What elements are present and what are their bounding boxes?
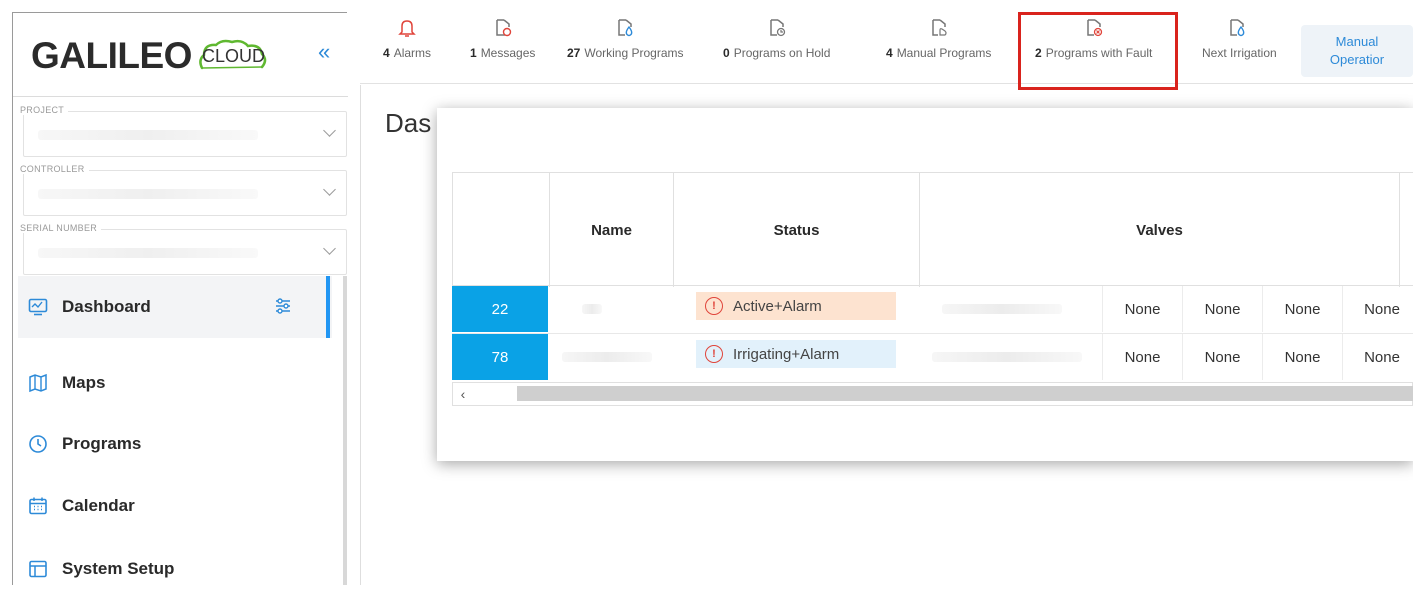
header-next-irrigation[interactable]: Next Irrigation xyxy=(1198,18,1277,62)
message-icon xyxy=(495,19,511,37)
table-horizontal-scrollbar[interactable]: ‹ xyxy=(452,382,1413,406)
alarms-count: 4 xyxy=(383,46,390,60)
collapse-sidebar-button[interactable]: « xyxy=(318,39,330,65)
header-alarms[interactable]: 4 Alarms xyxy=(383,18,431,62)
row-name xyxy=(582,304,602,314)
brand-logo: GALILEO CLOUD xyxy=(31,35,279,77)
map-icon xyxy=(29,373,47,393)
sidebar-item-dashboard[interactable]: Dashboard xyxy=(18,276,332,338)
serial-number-value xyxy=(38,248,258,258)
alert-icon: ! xyxy=(705,345,723,363)
dashboard-icon xyxy=(28,298,48,316)
valve-cell: None xyxy=(1182,334,1262,380)
table-header: Name Status Valves xyxy=(452,172,1413,287)
logo-row: GALILEO CLOUD « xyxy=(13,13,348,97)
sidebar-item-calendar[interactable]: Calendar xyxy=(18,475,332,537)
valve-cell: None xyxy=(1342,286,1413,332)
valve-cell: None xyxy=(1102,334,1182,380)
sidebar-item-label: Programs xyxy=(62,434,142,453)
chevron-down-icon xyxy=(323,124,336,137)
serial-number-label: SERIAL NUMBER xyxy=(16,223,102,233)
col-id-header xyxy=(453,173,550,287)
controller-label: CONTROLLER xyxy=(16,164,89,174)
valve-cell: None xyxy=(1262,286,1342,332)
alert-icon: ! xyxy=(705,297,723,315)
manual-programs-label: Manual Programs xyxy=(896,46,992,60)
system-setup-icon xyxy=(29,560,47,578)
calendar-icon xyxy=(29,497,47,515)
controller-select[interactable]: CONTROLLER xyxy=(16,164,347,216)
brand-cloud: CLOUD xyxy=(199,39,279,70)
manual-programs-count: 4 xyxy=(886,46,893,60)
valve-cell: None xyxy=(1182,286,1262,332)
status-badge: ! Irrigating+Alarm xyxy=(696,340,896,368)
valve-cell: None xyxy=(1342,334,1413,380)
sidebar-item-system-setup[interactable]: System Setup xyxy=(18,538,332,600)
manual-icon xyxy=(931,19,947,36)
clock-icon xyxy=(29,435,47,453)
settings-sliders-icon[interactable] xyxy=(274,297,292,315)
table-row[interactable]: 22 ! Active+Alarm None None None None xyxy=(452,286,1413,334)
table-row[interactable]: 78 ! Irrigating+Alarm None None None Non… xyxy=(452,334,1413,382)
header-working-programs[interactable]: 27 Working Programs xyxy=(567,18,684,62)
sidebar-item-maps[interactable]: Maps xyxy=(18,352,332,414)
sidebar-item-programs[interactable]: Programs xyxy=(18,413,332,475)
alarms-label: Alarms xyxy=(393,46,432,60)
status-text: Irrigating+Alarm xyxy=(733,345,840,363)
programs-on-hold-label: Programs on Hold xyxy=(733,46,831,60)
controller-value xyxy=(38,189,258,199)
hold-icon xyxy=(769,19,785,37)
drop-icon xyxy=(1230,19,1245,37)
header-programs-on-hold[interactable]: 0 Programs on Hold xyxy=(723,18,830,62)
scroll-left-button[interactable]: ‹ xyxy=(453,383,473,405)
row-id: 22 xyxy=(452,286,548,332)
highlight-box xyxy=(1018,12,1178,90)
sidebar-scrollbar[interactable] xyxy=(343,276,347,585)
brand-cloud-text: CLOUD xyxy=(201,46,265,66)
row-valve-name xyxy=(942,304,1062,314)
bell-icon xyxy=(398,20,416,37)
status-badge: ! Active+Alarm xyxy=(696,292,896,320)
row-name xyxy=(562,352,652,362)
sidebar-item-label: Calendar xyxy=(62,496,135,515)
project-select[interactable]: PROJECT xyxy=(16,105,347,157)
valve-cell: None xyxy=(1262,334,1342,380)
drop-icon xyxy=(618,19,633,37)
chevron-down-icon xyxy=(323,242,336,255)
project-value xyxy=(38,130,258,140)
header-manual-programs[interactable]: 4 Manual Programs xyxy=(886,18,991,62)
programs-on-hold-count: 0 xyxy=(723,46,730,60)
scrollbar-thumb[interactable] xyxy=(517,386,1413,401)
active-indicator xyxy=(326,276,330,338)
programs-fault-dialog: Name Status Valves 22 ! Active+Alarm Non… xyxy=(437,108,1413,461)
messages-label: Messages xyxy=(480,46,536,60)
col-status-header[interactable]: Status xyxy=(674,173,920,287)
sidebar-item-label: System Setup xyxy=(62,559,175,578)
status-text: Active+Alarm xyxy=(733,297,822,315)
valve-cell: None xyxy=(1102,286,1182,332)
col-valves-header[interactable]: Valves xyxy=(920,173,1400,287)
sidebar-item-label: Dashboard xyxy=(62,297,151,316)
serial-number-select[interactable]: SERIAL NUMBER xyxy=(16,223,347,275)
working-programs-label: Working Programs xyxy=(584,46,684,60)
messages-count: 1 xyxy=(470,46,477,60)
row-valve-name xyxy=(932,352,1082,362)
manual-button-line2: Operatior xyxy=(1329,52,1385,67)
chevron-down-icon xyxy=(323,183,336,196)
col-name-header[interactable]: Name xyxy=(550,173,674,287)
header-messages[interactable]: 1 Messages xyxy=(470,18,535,62)
manual-button-line1: Manual xyxy=(1335,34,1379,49)
row-id: 78 xyxy=(452,334,548,380)
working-programs-count: 27 xyxy=(567,46,581,60)
manual-operation-button[interactable]: Manual Operatior xyxy=(1301,25,1413,77)
brand-name: GALILEO xyxy=(31,35,192,76)
sidebar-item-label: Maps xyxy=(62,373,106,392)
project-label: PROJECT xyxy=(16,105,69,115)
next-irrigation-label: Next Irrigation xyxy=(1202,46,1277,60)
page-title: Das xyxy=(385,108,432,138)
